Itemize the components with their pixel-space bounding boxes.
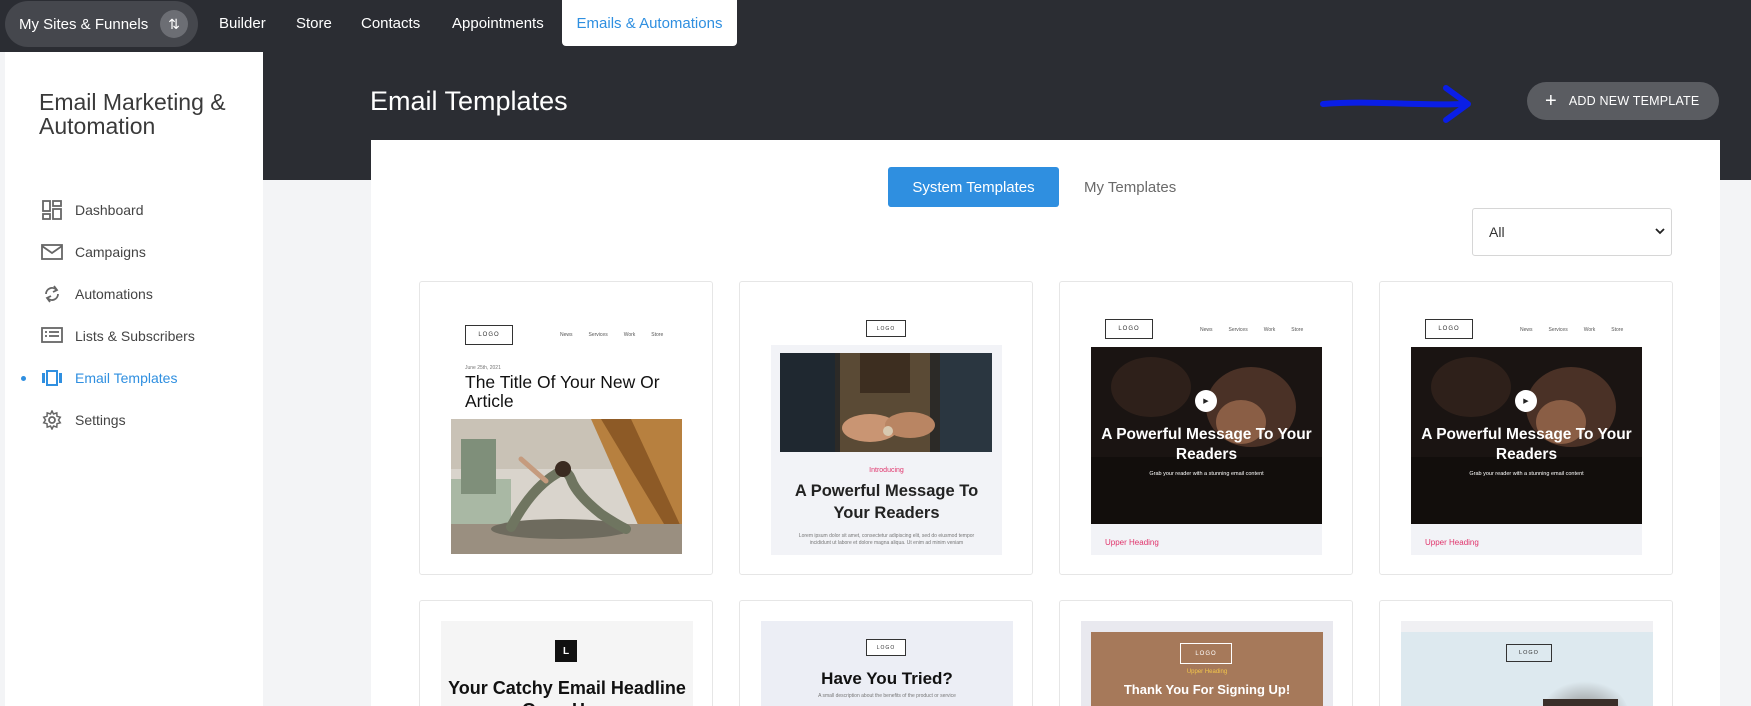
template-logo: LOGO [1506, 644, 1552, 662]
template-logo: LOGO [1180, 643, 1232, 664]
template-subtext: A small description about the benefits o… [818, 693, 956, 699]
nav-builder[interactable]: Builder [219, 0, 266, 46]
top-navigation: My Sites & Funnels ⇅ Builder Store Conta… [0, 0, 1751, 52]
mail-icon [41, 241, 63, 263]
template-subtext: Grab your reader with a stunning email c… [1149, 471, 1264, 477]
page-title: Email Templates [370, 86, 568, 116]
template-title: The Title Of Your New Or Article [465, 372, 660, 411]
template-logo: LOGO [866, 639, 906, 656]
sidebar-item-campaigns[interactable]: Campaigns [5, 234, 263, 270]
annotation-arrow-icon [1320, 85, 1471, 123]
tab-system-templates[interactable]: System Templates [888, 167, 1059, 207]
template-card-article[interactable]: LOGO News Services Work Store June 25th, 20… [419, 281, 713, 575]
template-card-powerful-message[interactable]: LOGO Introducing A Powerful Message To Y… [739, 281, 1033, 575]
template-headline: A Powerful Message To Your Readers [1421, 426, 1632, 463]
template-headline: Your Catchy Email Headline Goes Here [448, 678, 686, 706]
play-icon[interactable]: ▶ [1195, 390, 1217, 412]
my-sites-funnels-button[interactable]: My Sites & Funnels ⇅ [5, 1, 198, 47]
template-logo: LOGO [1105, 319, 1153, 339]
template-mini-nav: News Services Work Store [1200, 327, 1304, 333]
sidebar-item-automations[interactable]: Automations [5, 276, 263, 312]
sidebar-item-label: Settings [75, 412, 126, 428]
template-upper-heading: Upper Heading [1425, 538, 1479, 547]
template-card-video-message-2[interactable]: LOGO News Services Work Store ▶ A Powerful … [1379, 281, 1673, 575]
template-mini-nav: News Services Work Store [560, 332, 664, 338]
filter-selected-value: All [1489, 224, 1505, 240]
template-subtext: Grab your reader with a stunning email c… [1469, 471, 1584, 477]
template-body-text: Lorem ipsum dolor sit amet, consectetur … [798, 533, 975, 546]
template-upper-heading: Upper Heading [1105, 538, 1159, 547]
template-headline: Thank You For Signing Up! [1123, 682, 1291, 697]
template-logo: LOGO [465, 325, 513, 345]
nav-emails-automations[interactable]: Emails & Automations [562, 0, 737, 46]
template-headline: Have You Tried? [821, 669, 953, 688]
template-headline: A Powerful Message To Your Readers [1101, 426, 1312, 463]
template-card-have-you-tried[interactable]: LOGO Have You Tried? A small description… [739, 600, 1033, 706]
template-date: June 25th, 2021 [465, 365, 501, 371]
dashboard-icon [41, 199, 63, 221]
sidebar-item-label: Dashboard [75, 202, 144, 218]
sidebar-item-label: Lists & Subscribers [75, 328, 195, 344]
template-intro: Introducing [869, 467, 904, 474]
sidebar-item-email-templates[interactable]: Email Templates [5, 360, 263, 396]
carousel-icon [41, 367, 63, 389]
swap-icon[interactable]: ⇅ [160, 10, 188, 38]
template-card-thank-you[interactable]: LOGO Upper Heading Thank You For Signing… [1059, 600, 1353, 706]
active-indicator-dot [21, 375, 26, 381]
list-icon [41, 325, 63, 347]
nav-appointments[interactable]: Appointments [452, 0, 544, 46]
sidebar-item-label: Email Templates [75, 370, 178, 386]
category-filter-select[interactable]: All [1472, 208, 1672, 256]
chevron-down-icon [1655, 224, 1665, 238]
add-new-template-button[interactable]: + ADD NEW TEMPLATE [1527, 82, 1719, 120]
template-logo: L [555, 640, 577, 662]
gear-icon [41, 409, 63, 431]
template-card-catchy-headline[interactable]: L Your Catchy Email Headline Goes Here [419, 600, 713, 706]
craftsman-hands-photo [780, 353, 992, 452]
tab-my-templates[interactable]: My Templates [1084, 167, 1176, 207]
sidebar-item-dashboard[interactable]: Dashboard [5, 192, 263, 228]
nav-store[interactable]: Store [296, 0, 332, 46]
add-new-template-label: ADD NEW TEMPLATE [1568, 94, 1700, 108]
play-icon[interactable]: ▶ [1515, 390, 1537, 412]
yoga-photo [451, 419, 682, 554]
refresh-icon [41, 283, 63, 305]
template-upper-heading: Upper Heading [1186, 669, 1228, 675]
template-mini-nav: News Services Work Store [1520, 327, 1624, 333]
sites-label: My Sites & Funnels [19, 15, 149, 33]
template-logo: LOGO [1425, 319, 1473, 339]
sidebar-title: Email Marketing & Automation [39, 89, 226, 139]
template-hero-image [1543, 699, 1618, 706]
sidebar-item-label: Campaigns [75, 244, 146, 260]
template-card-video-message[interactable]: LOGO News Services Work Store ▶ A Powerful … [1059, 281, 1353, 575]
template-headline: A Powerful Message To Your Readers [794, 482, 979, 522]
sidebar-item-settings[interactable]: Settings [5, 402, 263, 438]
sidebar: Email Marketing & Automation Dashboard C… [5, 52, 263, 706]
sidebar-item-label: Automations [75, 286, 153, 302]
template-logo: LOGO [866, 320, 906, 337]
nav-contacts[interactable]: Contacts [361, 0, 420, 46]
template-card-blue-hero[interactable]: LOGO [1379, 600, 1673, 706]
plus-icon: + [1545, 90, 1557, 112]
sidebar-item-lists-subscribers[interactable]: Lists & Subscribers [5, 318, 263, 354]
